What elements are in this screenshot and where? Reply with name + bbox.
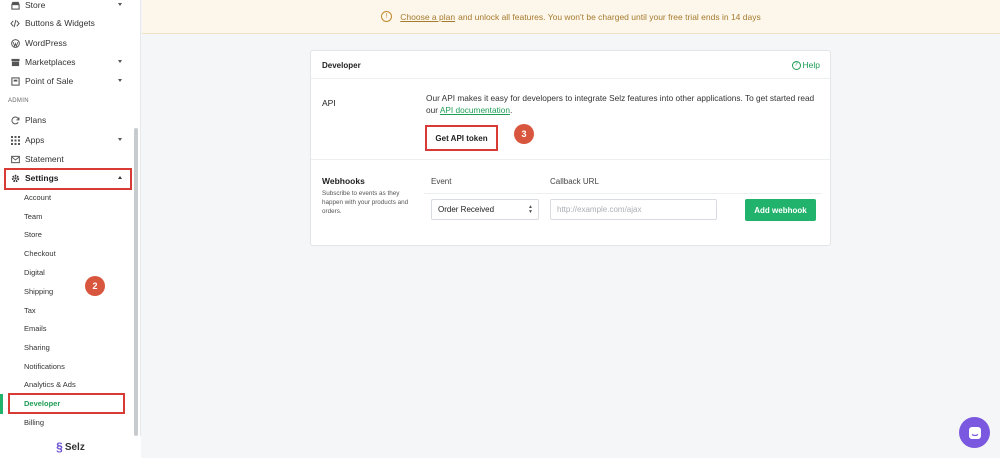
- settings-sub-sharing[interactable]: Sharing: [24, 340, 50, 354]
- api-description-suffix: .: [509, 105, 513, 115]
- settings-sub-notifications[interactable]: Notifications: [24, 359, 65, 373]
- sidebar-item-label: Buttons & Widgets: [25, 18, 95, 28]
- settings-sub-team[interactable]: Team: [24, 209, 42, 223]
- chat-launcher-button[interactable]: [959, 417, 990, 448]
- trial-banner: ! Choose a plan and unlock all features.…: [142, 0, 1000, 34]
- section-divider: [311, 159, 830, 160]
- settings-sub-tax[interactable]: Tax: [24, 303, 36, 317]
- event-column-header: Event: [431, 177, 452, 186]
- warning-icon: !: [381, 11, 393, 22]
- sidebar-item-label: Statement: [25, 154, 64, 164]
- highlight-box-settings: [4, 168, 132, 190]
- sidebar-item-statement[interactable]: Statement: [10, 150, 130, 168]
- code-icon: [10, 18, 20, 28]
- sidebar-nav: Store Buttons & Widgets WordPress Market…: [0, 0, 141, 436]
- sidebar-item-wordpress[interactable]: WordPress: [10, 34, 130, 52]
- callback-column-header: Callback URL: [550, 177, 599, 186]
- grid-icon: [10, 135, 20, 145]
- brand-name: Selz: [64, 441, 85, 453]
- sidebar-item-apps[interactable]: Apps: [10, 131, 130, 149]
- chevron-down-icon: [118, 60, 122, 63]
- sidebar-item-label: Marketplaces: [25, 57, 76, 67]
- webhook-header-divider: [424, 193, 822, 194]
- card-title: Developer: [322, 61, 361, 70]
- pos-icon: [10, 76, 20, 86]
- sidebar-item-store[interactable]: Store: [10, 0, 130, 14]
- select-arrows-icon: ▲ ▼: [528, 204, 533, 215]
- chevron-down-icon: [118, 79, 122, 82]
- statement-icon: [10, 154, 20, 164]
- chat-icon: [968, 426, 981, 439]
- sidebar-item-marketplaces[interactable]: Marketplaces: [10, 53, 130, 71]
- active-indicator: [0, 394, 3, 414]
- highlight-box-developer: [8, 393, 125, 414]
- settings-sub-billing[interactable]: Billing: [24, 415, 44, 429]
- wordpress-icon: [10, 38, 20, 48]
- sidebar-item-label: WordPress: [25, 38, 67, 48]
- step-badge-3: 3: [514, 124, 534, 144]
- developer-card: Developer ? Help API Our API makes it ea…: [310, 50, 831, 246]
- settings-sub-account[interactable]: Account: [24, 190, 51, 204]
- banner-text: and unlock all features. You won't be ch…: [458, 11, 761, 22]
- help-link[interactable]: ? Help: [791, 60, 820, 70]
- sidebar-item-plans[interactable]: Plans: [10, 111, 130, 129]
- choose-plan-link[interactable]: Choose a plan: [400, 12, 455, 22]
- step-badge-2: 2: [85, 276, 105, 296]
- get-api-token-button[interactable]: Get API token: [425, 125, 498, 151]
- add-webhook-button[interactable]: Add webhook: [745, 199, 816, 221]
- sidebar-item-label: Apps: [25, 135, 45, 145]
- settings-sub-checkout[interactable]: Checkout: [24, 246, 56, 260]
- sidebar-item-point-of-sale[interactable]: Point of Sale: [10, 72, 130, 90]
- admin-section-label: ADMIN: [8, 98, 29, 104]
- callback-url-input[interactable]: [550, 199, 717, 220]
- sidebar-item-label: Plans: [25, 115, 47, 125]
- sidebar-item-label: Store: [25, 0, 46, 10]
- refresh-icon: [10, 115, 20, 125]
- webhooks-title: Webhooks: [322, 176, 365, 186]
- help-label: Help: [802, 60, 820, 70]
- api-description: Our API makes it easy for developers to …: [426, 92, 816, 116]
- sidebar-item-label: Point of Sale: [25, 76, 74, 86]
- api-label: API: [322, 98, 336, 108]
- shop-icon: [10, 57, 20, 67]
- sidebar-item-buttons-widgets[interactable]: Buttons & Widgets: [10, 14, 130, 32]
- webhooks-description: Subscribe to events as they happen with …: [322, 190, 409, 215]
- card-header: Developer ? Help: [311, 51, 830, 79]
- chevron-down-icon: [118, 138, 122, 141]
- settings-sub-store[interactable]: Store: [24, 227, 42, 241]
- brand-logo: § Selz: [0, 436, 141, 458]
- selz-logo-icon: §: [56, 440, 63, 454]
- sidebar: Store Buttons & Widgets WordPress Market…: [0, 0, 141, 458]
- settings-sub-analytics-ads[interactable]: Analytics & Ads: [24, 377, 76, 391]
- settings-sub-digital[interactable]: Digital: [24, 265, 45, 279]
- help-icon: ?: [791, 60, 801, 70]
- settings-sub-emails[interactable]: Emails: [24, 321, 47, 335]
- settings-sub-shipping[interactable]: Shipping: [24, 284, 53, 298]
- chevron-down-icon: [118, 3, 122, 6]
- event-select[interactable]: Order Received ▲ ▼: [431, 199, 539, 220]
- event-select-value: Order Received: [438, 205, 495, 214]
- api-documentation-link[interactable]: API documentation: [440, 105, 510, 115]
- store-icon: [10, 0, 20, 10]
- sidebar-scrollbar[interactable]: [134, 128, 138, 436]
